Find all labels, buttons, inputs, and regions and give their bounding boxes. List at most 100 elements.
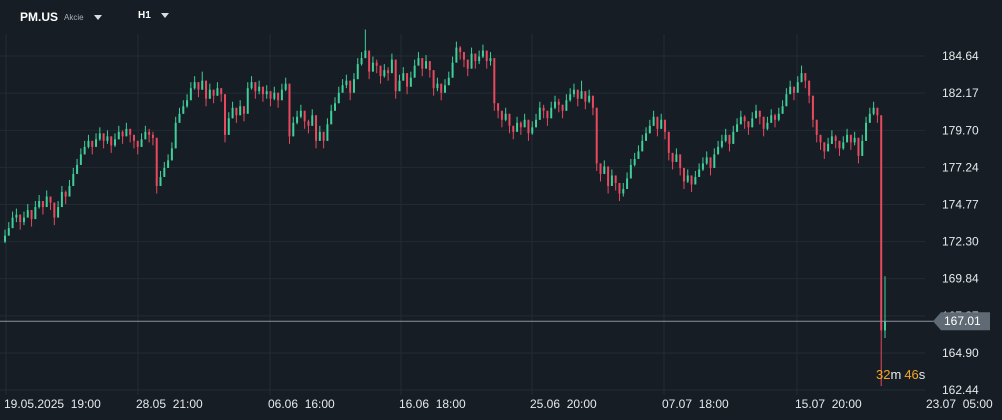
- candle-body: [76, 164, 79, 174]
- candle: [140, 133, 143, 147]
- candle-body: [224, 94, 226, 135]
- candle: [641, 134, 644, 152]
- candle: [804, 73, 807, 89]
- candle: [762, 116, 765, 137]
- candle-body: [610, 175, 613, 186]
- candle: [736, 118, 739, 132]
- candle-body: [417, 58, 420, 66]
- candle-body: [500, 110, 503, 120]
- candle: [432, 70, 435, 96]
- candle: [387, 67, 390, 81]
- candle-body: [584, 91, 587, 102]
- candle: [519, 121, 522, 135]
- candle: [303, 110, 306, 129]
- candle: [512, 125, 515, 140]
- candle: [481, 44, 484, 59]
- candle: [474, 53, 477, 69]
- candle-body: [57, 207, 60, 218]
- candle-body: [341, 85, 344, 93]
- candle: [614, 175, 617, 191]
- candle-body: [311, 115, 314, 126]
- candle-body: [728, 134, 731, 144]
- candle: [121, 130, 124, 144]
- y-axis: 184.64 182.17 179.70 177.24 174.77 172.30 169.…: [942, 49, 979, 397]
- candle: [398, 74, 401, 92]
- candle: [857, 137, 860, 164]
- candle-body: [60, 192, 63, 208]
- y-tick-label: 172.30: [942, 235, 979, 249]
- candle: [626, 172, 629, 189]
- candle: [284, 77, 287, 92]
- candle-body: [675, 154, 678, 162]
- candle-body: [277, 92, 280, 101]
- candle: [334, 97, 336, 111]
- candle: [261, 86, 264, 102]
- candle-body: [72, 173, 75, 186]
- candle-body: [614, 175, 617, 183]
- candle: [49, 196, 52, 211]
- candle: [827, 137, 830, 152]
- candle-body: [834, 136, 837, 141]
- candle-body: [345, 80, 348, 86]
- candle-body: [645, 133, 648, 141]
- candle: [823, 142, 826, 159]
- candle: [868, 107, 871, 123]
- candle-body: [561, 104, 564, 111]
- candle: [588, 89, 591, 104]
- candle-body: [258, 86, 261, 92]
- candle: [830, 130, 833, 144]
- candle-body: [846, 134, 849, 143]
- candle-body: [45, 196, 48, 208]
- candle-body: [516, 122, 519, 132]
- candle: [751, 112, 754, 128]
- candle-body: [189, 88, 192, 101]
- candle: [265, 85, 268, 99]
- candle: [60, 185, 63, 208]
- candle: [785, 88, 788, 107]
- candle: [880, 115, 883, 387]
- candle-body: [576, 89, 579, 99]
- candle-body: [330, 110, 333, 125]
- candle: [288, 83, 291, 144]
- candle-body: [762, 116, 765, 129]
- candle-body: [432, 70, 435, 89]
- candle-body: [527, 119, 530, 134]
- candle-body: [789, 86, 792, 95]
- candle-body: [868, 113, 871, 123]
- candle: [41, 201, 44, 215]
- candle-body: [508, 113, 511, 126]
- candle: [129, 128, 132, 143]
- candle-body: [280, 89, 283, 101]
- candle: [30, 210, 33, 227]
- candle: [618, 182, 621, 202]
- candle: [417, 52, 420, 66]
- candle-body: [220, 88, 223, 95]
- candle-body: [682, 167, 685, 182]
- candle: [489, 52, 492, 66]
- candlestick-chart[interactable]: 184.64 182.17 179.70 177.24 174.77 172.30 169.…: [0, 0, 1002, 420]
- candle: [322, 131, 325, 149]
- candle-body: [38, 201, 41, 208]
- candle: [178, 107, 181, 123]
- candle: [789, 80, 792, 95]
- y-tick-label: 164.90: [942, 346, 979, 360]
- candle-body: [121, 131, 124, 137]
- candle-body: [261, 86, 264, 95]
- candle-body: [288, 83, 291, 137]
- candle-body: [865, 122, 868, 141]
- candle-body: [406, 73, 409, 87]
- candle-body: [724, 134, 727, 141]
- candle: [675, 148, 678, 162]
- candle-body: [148, 131, 151, 135]
- candle-body: [792, 86, 795, 93]
- candle-body: [595, 107, 598, 164]
- candle-body: [394, 59, 397, 92]
- candle: [546, 110, 549, 126]
- candle-body: [838, 140, 841, 149]
- candle-body: [364, 50, 367, 59]
- candle-body: [690, 175, 693, 185]
- candle-body: [478, 56, 481, 62]
- candle-body: [853, 137, 856, 143]
- candle: [781, 100, 784, 114]
- candle-body: [383, 70, 386, 77]
